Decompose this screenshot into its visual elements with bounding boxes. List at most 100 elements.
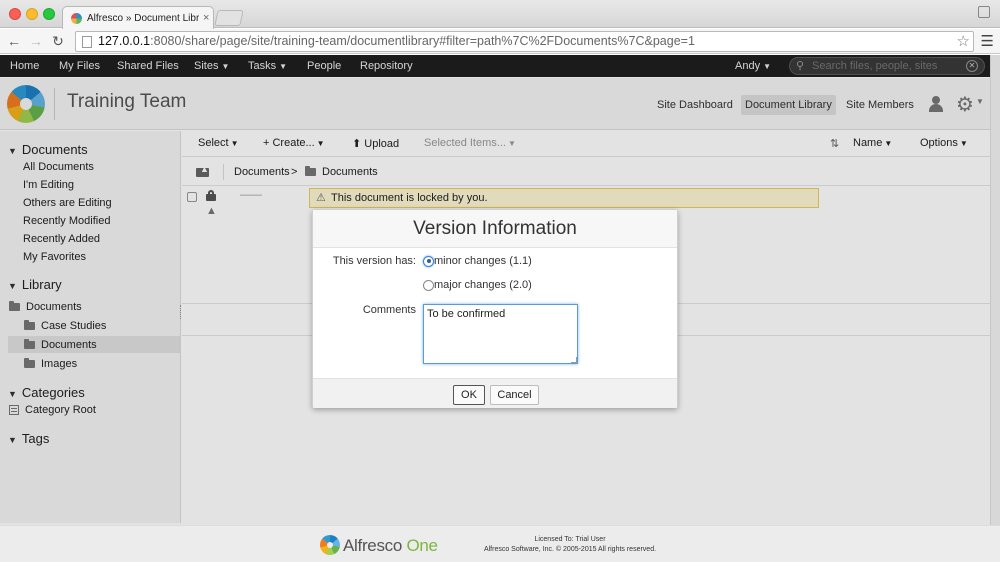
tree-node-label: Documents [41, 339, 97, 351]
radio-selected-icon [423, 255, 434, 267]
site-dashboard-link[interactable]: Site Dashboard [653, 95, 737, 115]
major-changes-radio[interactable]: major changes (2.0) [423, 279, 532, 291]
row-checkbox[interactable] [187, 192, 197, 202]
clear-search-icon[interactable]: ✕ [966, 60, 978, 72]
filter-all-documents[interactable]: All Documents [23, 161, 94, 173]
header-divider [54, 88, 55, 120]
tree-node-images[interactable]: Images [24, 358, 77, 370]
breadcrumb-root[interactable]: Documents [234, 166, 290, 178]
filter-my-favorites[interactable]: My Favorites [23, 251, 86, 263]
folder-icon [9, 301, 20, 311]
upload-button[interactable]: ⬆ Upload [352, 137, 399, 150]
tree-node-documents-root[interactable]: Documents [9, 301, 82, 313]
user-menu[interactable]: Andy ▼ [735, 55, 771, 77]
invite-user-icon[interactable] [928, 96, 944, 112]
alfresco-logo-icon[interactable] [7, 85, 45, 123]
nav-people[interactable]: People [307, 55, 341, 77]
filter-recently-added[interactable]: Recently Added [23, 233, 100, 245]
alfresco-favicon-icon [71, 12, 82, 24]
site-members-link[interactable]: Site Members [842, 95, 918, 115]
resize-grip-icon[interactable] [571, 357, 577, 363]
collapse-triangle-icon: ▼ [8, 435, 17, 445]
nav-home[interactable]: Home [10, 55, 39, 77]
folder-up-icon[interactable]: ▲ [196, 164, 209, 177]
tree-node-label: Case Studies [41, 320, 107, 332]
comments-textarea[interactable]: To be confirmed [423, 304, 578, 364]
chevron-down-icon: ▼ [884, 139, 893, 148]
google-drive-icon: ▲ [206, 205, 217, 217]
tab-close-icon[interactable]: × [203, 12, 209, 24]
alfresco-footer-logo-icon [320, 535, 340, 555]
dialog-footer: OK Cancel [313, 378, 677, 408]
minimize-window-button[interactable] [26, 8, 38, 20]
tree-node-category-root[interactable]: Category Root [9, 404, 96, 416]
back-arrow-icon[interactable]: ← [6, 33, 22, 49]
browser-tabstrip: Alfresco » Document Libra × [0, 0, 1000, 29]
library-heading[interactable]: ▼ Library [8, 277, 62, 292]
library-heading-label: Library [21, 277, 62, 292]
app-search: ⚲ ✕ [789, 57, 985, 75]
nav-repository[interactable]: Repository [360, 55, 413, 77]
document-library-link[interactable]: Document Library [741, 95, 836, 115]
bookmark-star-icon[interactable]: ☆ [957, 32, 970, 50]
create-menu[interactable]: + Create... ▼ [263, 137, 325, 149]
nav-shared-files[interactable]: Shared Files [117, 55, 179, 77]
nav-sites-label: Sites [194, 60, 219, 72]
tree-node-case-studies[interactable]: Case Studies [24, 320, 106, 332]
zoom-window-button[interactable] [43, 8, 55, 20]
categories-heading[interactable]: ▼ Categories [8, 385, 85, 400]
license-line-1: Licensed To: Trial User [534, 536, 606, 543]
sort-direction-icon[interactable]: ⇅ [830, 137, 839, 150]
license-line-2: Alfresco Software, Inc. © 2005-2015 All … [483, 546, 657, 553]
create-label: Create... [272, 137, 315, 149]
chevron-down-icon: ▼ [763, 62, 771, 71]
url-path: :8080/share/page/site/training-team/docu… [150, 34, 695, 48]
nav-my-files[interactable]: My Files [59, 55, 100, 77]
close-window-button[interactable] [9, 8, 21, 20]
folder-icon [24, 358, 35, 368]
chevron-down-icon: ▼ [976, 97, 984, 106]
page-scrollbar[interactable] [990, 55, 1000, 525]
minor-changes-radio[interactable]: minor changes (1.1) [423, 255, 532, 267]
search-input[interactable] [812, 59, 962, 73]
lock-icon [206, 190, 216, 201]
page-icon [82, 36, 92, 48]
browser-tab[interactable]: Alfresco » Document Libra × [62, 6, 214, 29]
forward-arrow-icon[interactable]: → [28, 33, 44, 49]
documents-heading[interactable]: ▼ Documents [8, 142, 88, 157]
site-header: Training Team Site Dashboard Document Li… [0, 78, 1000, 130]
filter-im-editing[interactable]: I'm Editing [23, 179, 74, 191]
license-text: Licensed To: Trial User Alfresco Softwar… [470, 535, 670, 555]
tree-node-label: Images [41, 358, 78, 370]
selected-items-menu[interactable]: Selected Items... ▼ [424, 137, 516, 149]
browser-menu-icon[interactable]: ☰ [981, 32, 994, 50]
cancel-button[interactable]: Cancel [490, 385, 539, 405]
ok-button[interactable]: OK [453, 385, 485, 405]
tree-node-documents[interactable]: Documents [24, 339, 97, 351]
reload-icon[interactable]: ↻ [50, 33, 66, 49]
tab-title: Alfresco » Document Libra [87, 12, 199, 24]
select-menu[interactable]: Select ▼ [198, 137, 239, 149]
warning-icon: ⚠ [316, 192, 326, 204]
sort-field-menu[interactable]: Name ▼ [853, 137, 892, 149]
options-menu[interactable]: Options ▼ [920, 137, 968, 149]
chevron-down-icon: ▼ [507, 139, 516, 148]
app-header-nav: Home My Files Shared Files Sites ▼ Tasks ▼… [0, 55, 1000, 77]
chevron-down-icon: ▼ [316, 139, 325, 148]
footer-brand: Alfresco One [343, 536, 438, 556]
new-tab-button[interactable] [214, 10, 244, 26]
tags-heading[interactable]: ▼ Tags [8, 431, 49, 446]
tree-node-label: Documents [26, 301, 82, 313]
filter-recently-modified[interactable]: Recently Modified [23, 215, 110, 227]
filter-others-editing[interactable]: Others are Editing [23, 197, 112, 209]
breadcrumb: ▲ Documents > Documents [182, 158, 1000, 186]
address-bar[interactable]: 127.0.0.1:8080/share/page/site/training-… [75, 31, 974, 52]
gear-icon[interactable]: ⚙ [956, 92, 974, 117]
upload-label: Upload [364, 138, 400, 150]
site-title[interactable]: Training Team [67, 91, 186, 113]
fullscreen-icon[interactable] [978, 6, 990, 18]
search-icon: ⚲ [796, 60, 805, 72]
nav-tasks[interactable]: Tasks ▼ [248, 55, 287, 77]
nav-sites[interactable]: Sites ▼ [194, 55, 229, 77]
category-icon [9, 405, 19, 415]
